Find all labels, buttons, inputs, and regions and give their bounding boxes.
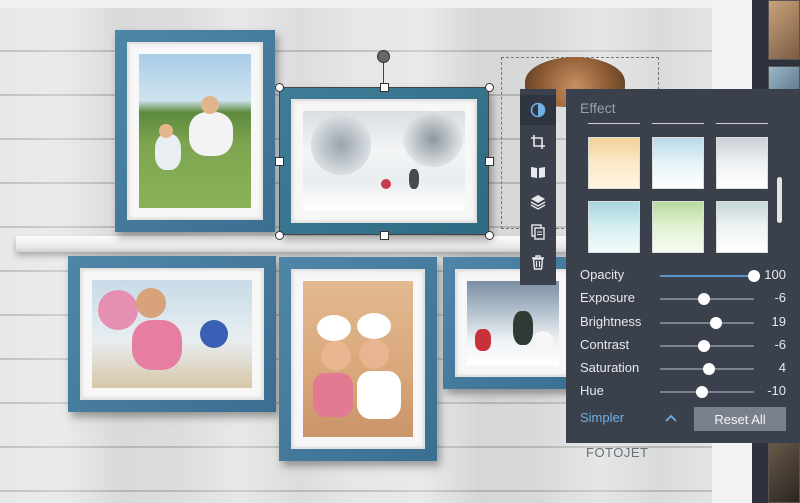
editor-app: Effect Opacity 100 Exposure -6 Brightnes… <box>0 0 800 503</box>
snow-photo <box>467 281 559 365</box>
slider-value: -6 <box>774 290 786 305</box>
effect-thumbnail[interactable] <box>716 201 768 253</box>
brightness-slider[interactable] <box>660 317 754 329</box>
contrast-slider-row: Contrast -6 <box>580 336 790 356</box>
reset-all-button[interactable]: Reset All <box>694 407 786 431</box>
exposure-slider[interactable] <box>660 293 754 305</box>
trash-icon[interactable] <box>520 247 556 277</box>
brand-watermark: FOTOJET <box>586 445 649 460</box>
effect-thumbnail[interactable] <box>588 201 640 253</box>
effect-thumbnails <box>588 123 778 287</box>
slider-value: -10 <box>767 383 786 398</box>
photo-toolbar <box>520 89 556 285</box>
slider-label: Brightness <box>580 314 642 329</box>
frame-mat <box>455 269 571 377</box>
slider-label: Saturation <box>580 360 640 375</box>
photo-frame-snow[interactable] <box>443 257 583 389</box>
effect-panel: Effect Opacity 100 Exposure -6 Brightnes… <box>566 89 800 443</box>
panel-title: Effect <box>580 100 616 116</box>
resize-handle-top-right[interactable] <box>485 83 494 92</box>
contrast-slider[interactable] <box>660 340 754 352</box>
resize-handle-bottom-right[interactable] <box>485 231 494 240</box>
rotate-handle[interactable] <box>377 50 390 63</box>
frame-mat <box>80 268 264 400</box>
family-photo <box>139 54 251 208</box>
slider-knob[interactable] <box>698 293 711 305</box>
hue-slider-row: Hue -10 <box>580 382 790 402</box>
hue-slider[interactable] <box>660 386 754 398</box>
slider-knob[interactable] <box>702 363 715 375</box>
rail-thumbnail[interactable] <box>768 0 800 60</box>
saturation-slider[interactable] <box>660 363 754 375</box>
slider-knob[interactable] <box>696 386 709 398</box>
opacity-slider-row: Opacity 100 <box>580 266 790 286</box>
slider-value: 100 <box>764 267 786 282</box>
opacity-slider[interactable] <box>660 270 760 282</box>
resize-handle-top-left[interactable] <box>275 83 284 92</box>
layers-icon[interactable] <box>520 187 556 217</box>
effect-thumbnail[interactable] <box>716 137 768 189</box>
photo-frame-winter[interactable] <box>279 87 489 235</box>
resize-handle-right[interactable] <box>485 157 494 166</box>
resize-handle-top[interactable] <box>380 83 389 92</box>
slider-value: 19 <box>771 314 786 329</box>
frame-mat <box>291 99 477 223</box>
effect-thumbnail[interactable] <box>652 137 704 189</box>
resize-handle-bottom[interactable] <box>380 231 389 240</box>
slider-value: 4 <box>778 360 786 375</box>
saturation-slider-row: Saturation 4 <box>580 359 790 379</box>
exposure-slider-row: Exposure -6 <box>580 289 790 309</box>
rail-thumbnail[interactable] <box>768 440 800 503</box>
slider-value: -6 <box>774 337 786 352</box>
flip-book-icon[interactable] <box>520 157 556 187</box>
effect-thumbnail[interactable] <box>652 201 704 253</box>
slider-label: Hue <box>580 383 604 398</box>
effect-thumbnail[interactable] <box>588 137 640 189</box>
effect-icon[interactable] <box>520 95 556 125</box>
frame-mat <box>291 269 425 449</box>
duplicate-icon[interactable] <box>520 217 556 247</box>
photo-frame-kids[interactable] <box>68 256 276 412</box>
chevron-up-icon[interactable] <box>664 411 678 425</box>
chefs-photo <box>303 281 413 437</box>
photo-frame-family[interactable] <box>115 30 275 232</box>
brightness-slider-row: Brightness 19 <box>580 313 790 333</box>
thumbnail-scrollbar[interactable] <box>777 177 782 223</box>
kids-photo <box>92 280 252 388</box>
crop-icon[interactable] <box>520 127 556 157</box>
slider-label: Opacity <box>580 267 625 282</box>
slider-label: Contrast <box>580 337 630 352</box>
winter-photo <box>303 111 465 211</box>
resize-handle-left[interactable] <box>275 157 284 166</box>
photo-frame-chefs[interactable] <box>279 257 437 461</box>
slider-knob[interactable] <box>710 317 723 329</box>
slider-knob[interactable] <box>748 270 760 282</box>
frame-mat <box>127 42 263 220</box>
simpler-link[interactable]: Simpler <box>580 410 624 425</box>
slider-knob[interactable] <box>698 340 711 352</box>
top-strip <box>0 0 712 8</box>
resize-handle-bottom-left[interactable] <box>275 231 284 240</box>
slider-label: Exposure <box>580 290 635 305</box>
